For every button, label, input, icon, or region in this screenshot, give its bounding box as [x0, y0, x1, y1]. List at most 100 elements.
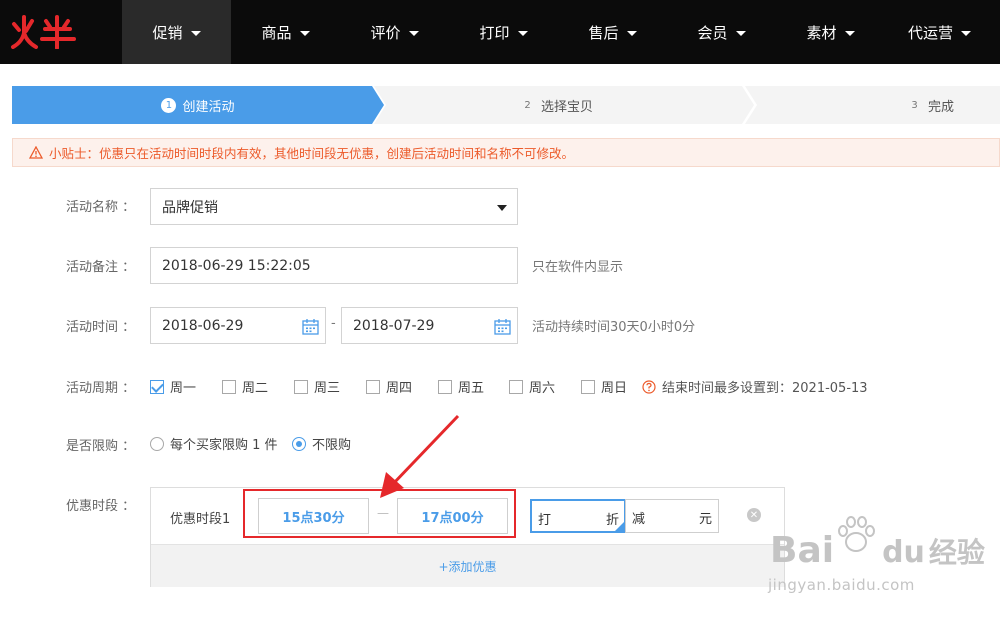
start-date-input[interactable]: 2018-06-29: [150, 307, 326, 344]
end-date-value: 2018-07-29: [353, 317, 435, 334]
activity-name-label: 活动名称 ：: [66, 200, 136, 215]
radio-label: 不限购: [312, 438, 352, 453]
cycle-end-hint-text: 结束时间最多设置到：2021-05-13: [662, 381, 868, 396]
chevron-down-icon: [408, 30, 419, 36]
activity-note-input[interactable]: 2018-06-29 15:22:05: [150, 247, 518, 284]
watermark-bai: Bai: [770, 530, 835, 571]
checkbox-label: 周日: [601, 381, 628, 396]
watermark-url: jingyan.baidu.com: [768, 576, 915, 594]
step-label: 选择宝贝: [541, 99, 594, 115]
step-3: 3 完成: [745, 86, 1000, 124]
reduce-suffix: 元: [698, 512, 712, 527]
chevron-down-icon: [735, 30, 746, 36]
radio-no-limit[interactable]: 不限购: [292, 434, 351, 453]
checkbox-label: 周三: [314, 381, 341, 396]
checkbox-box[interactable]: [581, 379, 595, 394]
nav-label: 促销: [152, 23, 183, 42]
purchase-limit-label: 是否限购 ：: [66, 439, 136, 454]
checkbox-box[interactable]: [366, 379, 380, 394]
checkbox-box[interactable]: [222, 379, 236, 394]
radio-limit-one[interactable]: 每个买家限购 1 件: [150, 434, 278, 453]
checkbox-label: 周四: [386, 381, 413, 396]
chevron-down-icon: [626, 30, 637, 36]
period-row-label: 优惠时段1: [170, 512, 231, 527]
checkbox-friday[interactable]: 周五: [438, 377, 484, 396]
logo[interactable]: [0, 0, 122, 64]
checkbox-label: 周五: [458, 381, 485, 396]
calendar-icon[interactable]: [494, 318, 511, 335]
warning-icon: [29, 146, 43, 159]
nav-label: 素材: [806, 23, 837, 42]
nav-item-goods[interactable]: 商品: [231, 0, 340, 64]
chevron-down-icon: [844, 30, 855, 36]
top-nav: 促销 商品 评价 打印 售后 会员 素材 代运营: [0, 0, 1000, 64]
activity-name-value: 品牌促销: [162, 199, 218, 216]
checkbox-saturday[interactable]: 周六: [509, 377, 555, 396]
chevron-down-icon: [517, 30, 528, 36]
checkbox-monday[interactable]: 周一: [150, 377, 196, 396]
checkbox-sunday[interactable]: 周日: [581, 377, 627, 396]
activity-note-label: 活动备注 ：: [66, 260, 136, 275]
step-number: 3: [911, 99, 918, 111]
step-label: 完成: [928, 99, 955, 115]
activity-duration-hint: 活动持续时间30天0小时0分: [532, 320, 696, 335]
activity-note-hint: 只在软件内显示: [532, 260, 624, 275]
help-icon[interactable]: [642, 379, 656, 394]
step-number: 2: [524, 99, 531, 111]
nav-label: 售后: [588, 23, 619, 42]
step-number: 1: [161, 97, 177, 113]
tip-text: 小贴士：优惠只在活动时间时段内有效，其他时间段无优惠，创建后活动时间和名称不可修…: [49, 146, 575, 161]
nav-label: 评价: [370, 23, 401, 42]
checkbox-box[interactable]: [509, 379, 523, 394]
chevron-down-icon: [961, 30, 971, 36]
discount-prefix: 打: [538, 513, 552, 528]
start-date-value: 2018-06-29: [162, 317, 244, 334]
add-discount-label: +添加优惠: [438, 559, 497, 574]
checkbox-box[interactable]: [438, 379, 452, 394]
activity-name-select[interactable]: 品牌促销: [150, 188, 518, 225]
checkbox-label: 周二: [242, 381, 269, 396]
calendar-icon[interactable]: [302, 318, 319, 335]
nav-item-material[interactable]: 素材: [776, 0, 885, 64]
nav-item-operation[interactable]: 代运营: [885, 0, 994, 64]
discount-period-label: 优惠时段 ：: [66, 499, 136, 514]
nav-label: 商品: [261, 23, 292, 42]
nav-item-print[interactable]: 打印: [449, 0, 558, 64]
step-label: 创建活动: [182, 99, 235, 115]
discount-rate-input[interactable]: 打 折: [530, 499, 626, 533]
activity-note-value: 2018-06-29 15:22:05: [162, 257, 311, 274]
checkbox-box[interactable]: [150, 379, 164, 394]
logo-icon: [11, 15, 76, 49]
tip-banner: 小贴士：优惠只在活动时间时段内有效，其他时间段无优惠，创建后活动时间和名称不可修…: [12, 138, 1000, 167]
watermark-du: du: [882, 535, 925, 570]
checkbox-label: 周六: [529, 381, 556, 396]
nav-item-promotion[interactable]: 促销: [122, 0, 231, 64]
nav-label: 会员: [697, 23, 728, 42]
reduce-prefix: 减: [632, 512, 646, 527]
nav-label: 代运营: [907, 23, 953, 42]
radio-label: 每个买家限购 1 件: [170, 438, 278, 453]
checkbox-thursday[interactable]: 周四: [366, 377, 412, 396]
step-progress: 3 完成 2 选择宝贝 1 创建活动: [12, 86, 1000, 124]
radio-circle[interactable]: [292, 436, 306, 451]
checkbox-box[interactable]: [294, 379, 308, 394]
end-date-input[interactable]: 2018-07-29: [341, 307, 518, 344]
remove-period-icon[interactable]: ✕: [747, 508, 761, 522]
edit-corner-icon: [615, 522, 624, 531]
add-discount-button[interactable]: +添加优惠: [151, 544, 784, 587]
step-2: 2 选择宝贝: [374, 86, 754, 124]
checkbox-tuesday[interactable]: 周二: [222, 377, 268, 396]
reduce-amount-input[interactable]: 减 元: [625, 499, 719, 533]
nav-item-aftersale[interactable]: 售后: [558, 0, 667, 64]
nav-item-member[interactable]: 会员: [667, 0, 776, 64]
radio-circle[interactable]: [150, 436, 164, 451]
caret-down-icon: [497, 205, 507, 211]
annotation-arrow-icon: [380, 414, 460, 498]
activity-cycle-label: 活动周期 ：: [66, 381, 136, 396]
checkbox-wednesday[interactable]: 周三: [294, 377, 340, 396]
date-range-dash: -: [331, 316, 336, 331]
nav-label: 打印: [479, 23, 510, 42]
cycle-end-hint: 结束时间最多设置到：2021-05-13: [642, 377, 868, 396]
chevron-down-icon: [190, 30, 201, 36]
nav-item-review[interactable]: 评价: [340, 0, 449, 64]
